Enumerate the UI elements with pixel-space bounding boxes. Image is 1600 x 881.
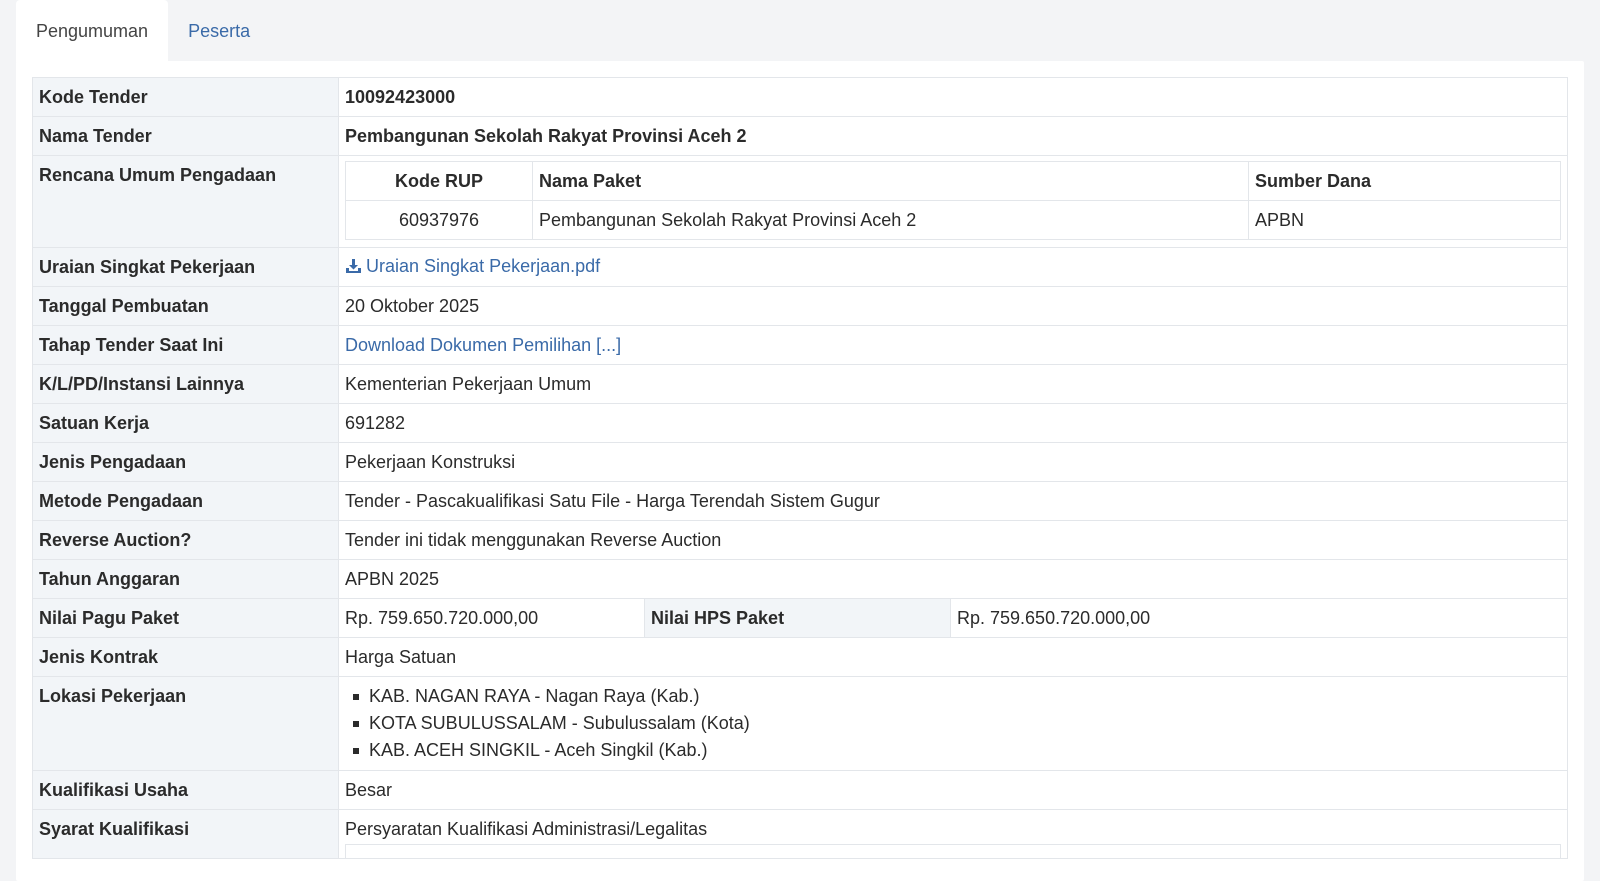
uraian-link-text: Uraian Singkat Pekerjaan.pdf — [366, 255, 601, 276]
bullet-icon — [353, 720, 359, 727]
rup-sumber: APBN — [1248, 200, 1561, 240]
label-metode: Metode Pengadaan — [32, 481, 339, 521]
list-item: KAB. NAGAN RAYA - Nagan Raya (Kab.) — [353, 683, 1561, 710]
rup-table: Kode RUP Nama Paket Sumber Dana 60937976… — [345, 161, 1561, 240]
lokasi-list: KAB. NAGAN RAYA - Nagan Raya (Kab.) KOTA… — [345, 677, 1561, 770]
row-kode-tender: Kode Tender 10092423000 — [32, 77, 1568, 117]
label-satker: Satuan Kerja — [32, 403, 339, 443]
rup-header-nama: Nama Paket — [532, 161, 1249, 201]
label-lokasi: Lokasi Pekerjaan — [32, 676, 339, 771]
rup-kode: 60937976 — [345, 200, 533, 240]
value-metode: Tender - Pascakualifikasi Satu File - Ha… — [338, 481, 1568, 521]
label-klpd: K/L/PD/Instansi Lainnya — [32, 364, 339, 404]
row-lokasi: Lokasi Pekerjaan KAB. NAGAN RAYA - Nagan… — [32, 676, 1568, 771]
row-nama-tender: Nama Tender Pembangunan Sekolah Rakyat P… — [32, 116, 1568, 156]
label-jenis-pengadaan: Jenis Pengadaan — [32, 442, 339, 482]
tab-pengumuman[interactable]: Pengumuman — [16, 0, 169, 62]
label-kode-tender: Kode Tender — [32, 77, 339, 117]
label-tanggal: Tanggal Pembuatan — [32, 286, 339, 326]
row-tanggal: Tanggal Pembuatan 20 Oktober 2025 — [32, 286, 1568, 326]
row-rup: Rencana Umum Pengadaan Kode RUP Nama Pak… — [32, 155, 1568, 248]
label-reverse: Reverse Auction? — [32, 520, 339, 560]
bullet-icon — [353, 747, 359, 754]
value-tanggal: 20 Oktober 2025 — [338, 286, 1568, 326]
row-satker: Satuan Kerja 691282 — [32, 403, 1568, 443]
value-nama-tender: Pembangunan Sekolah Rakyat Provinsi Aceh… — [338, 116, 1568, 156]
value-kode-tender: 10092423000 — [338, 77, 1568, 117]
label-tahap: Tahap Tender Saat Ini — [32, 325, 339, 365]
row-tahap: Tahap Tender Saat Ini Download Dokumen P… — [32, 325, 1568, 365]
row-kontrak: Jenis Kontrak Harga Satuan — [32, 637, 1568, 677]
bullet-icon — [353, 693, 359, 700]
table-row: 60937976 Pembangunan Sekolah Rakyat Prov… — [345, 200, 1561, 240]
label-syarat: Syarat Kualifikasi — [32, 809, 339, 859]
uraian-pdf-link[interactable]: Uraian Singkat Pekerjaan.pdf — [345, 256, 600, 276]
tab-peserta[interactable]: Peserta — [168, 0, 270, 62]
value-pagu: Rp. 759.650.720.000,00 — [338, 598, 645, 638]
tab-bar: Pengumuman Peserta — [16, 0, 270, 62]
tender-info-table: Kode Tender 10092423000 Nama Tender Pemb… — [32, 77, 1568, 859]
value-jenis-pengadaan: Pekerjaan Konstruksi — [338, 442, 1568, 482]
list-item: KAB. ACEH SINGKIL - Aceh Singkil (Kab.) — [353, 737, 1561, 764]
value-kualifikasi: Besar — [338, 770, 1568, 810]
label-kontrak: Jenis Kontrak — [32, 637, 339, 677]
row-syarat: Syarat Kualifikasi Persyaratan Kualifika… — [32, 809, 1568, 859]
label-tahun: Tahun Anggaran — [32, 559, 339, 599]
rup-cell: Kode RUP Nama Paket Sumber Dana 60937976… — [338, 155, 1568, 248]
label-nama-tender: Nama Tender — [32, 116, 339, 156]
row-pagu: Nilai Pagu Paket Rp. 759.650.720.000,00 … — [32, 598, 1568, 638]
rup-nama: Pembangunan Sekolah Rakyat Provinsi Aceh… — [532, 200, 1249, 240]
row-jenis-pengadaan: Jenis Pengadaan Pekerjaan Konstruksi — [32, 442, 1568, 482]
row-reverse: Reverse Auction? Tender ini tidak menggu… — [32, 520, 1568, 560]
value-klpd: Kementerian Pekerjaan Umum — [338, 364, 1568, 404]
download-icon — [345, 258, 362, 279]
row-uraian: Uraian Singkat Pekerjaan Uraian Singkat … — [32, 247, 1568, 287]
label-kualifikasi: Kualifikasi Usaha — [32, 770, 339, 810]
row-kualifikasi: Kualifikasi Usaha Besar — [32, 770, 1568, 810]
row-metode: Metode Pengadaan Tender - Pascakualifika… — [32, 481, 1568, 521]
value-uraian: Uraian Singkat Pekerjaan.pdf — [338, 247, 1568, 287]
tender-info-panel: Kode Tender 10092423000 Nama Tender Pemb… — [16, 61, 1584, 881]
list-item: KOTA SUBULUSSALAM - Subulussalam (Kota) — [353, 710, 1561, 737]
tahap-link[interactable]: Download Dokumen Pemilihan [...] — [345, 335, 621, 355]
rup-header-sumber: Sumber Dana — [1248, 161, 1561, 201]
value-reverse: Tender ini tidak menggunakan Reverse Auc… — [338, 520, 1568, 560]
label-pagu: Nilai Pagu Paket — [32, 598, 339, 638]
value-tahun: APBN 2025 — [338, 559, 1568, 599]
label-uraian: Uraian Singkat Pekerjaan — [32, 247, 339, 287]
value-satker: 691282 — [338, 403, 1568, 443]
row-tahun: Tahun Anggaran APBN 2025 — [32, 559, 1568, 599]
rup-header-kode: Kode RUP — [345, 161, 533, 201]
value-hps: Rp. 759.650.720.000,00 — [950, 598, 1568, 638]
syarat-subtable — [345, 844, 1561, 858]
value-lokasi: KAB. NAGAN RAYA - Nagan Raya (Kab.) KOTA… — [338, 676, 1568, 771]
value-kontrak: Harga Satuan — [338, 637, 1568, 677]
label-rup: Rencana Umum Pengadaan — [32, 155, 339, 248]
row-klpd: K/L/PD/Instansi Lainnya Kementerian Peke… — [32, 364, 1568, 404]
syarat-heading: Persyaratan Kualifikasi Administrasi/Leg… — [345, 819, 708, 839]
label-hps: Nilai HPS Paket — [644, 598, 951, 638]
